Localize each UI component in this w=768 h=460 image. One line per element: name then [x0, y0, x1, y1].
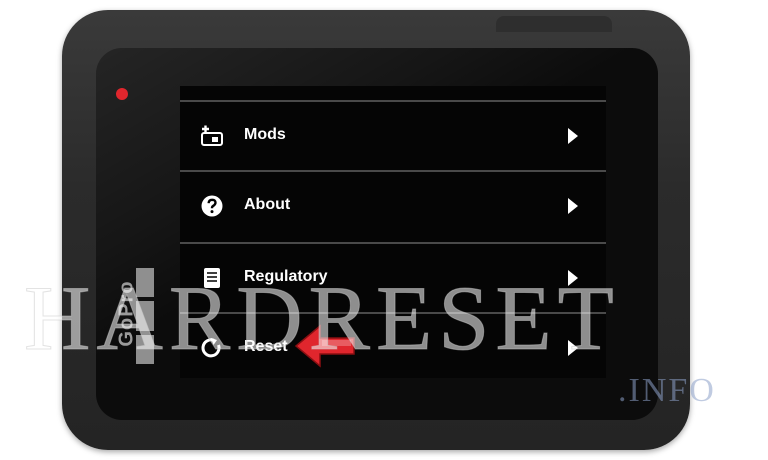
watermark-text: HARDRESET — [24, 267, 620, 369]
shutter-button[interactable] — [496, 16, 612, 32]
record-indicator-light — [116, 88, 128, 100]
menu-item-label: Mods — [244, 126, 286, 143]
menu-item-about[interactable]: About — [180, 170, 606, 242]
question-icon — [200, 194, 224, 218]
chevron-right-icon — [568, 128, 578, 144]
mods-icon — [200, 124, 224, 148]
chevron-right-icon — [568, 198, 578, 214]
menu-item-mods[interactable]: Mods — [180, 100, 606, 172]
menu-item-label: About — [244, 196, 291, 213]
watermark-suffix: .INFO — [618, 372, 716, 409]
